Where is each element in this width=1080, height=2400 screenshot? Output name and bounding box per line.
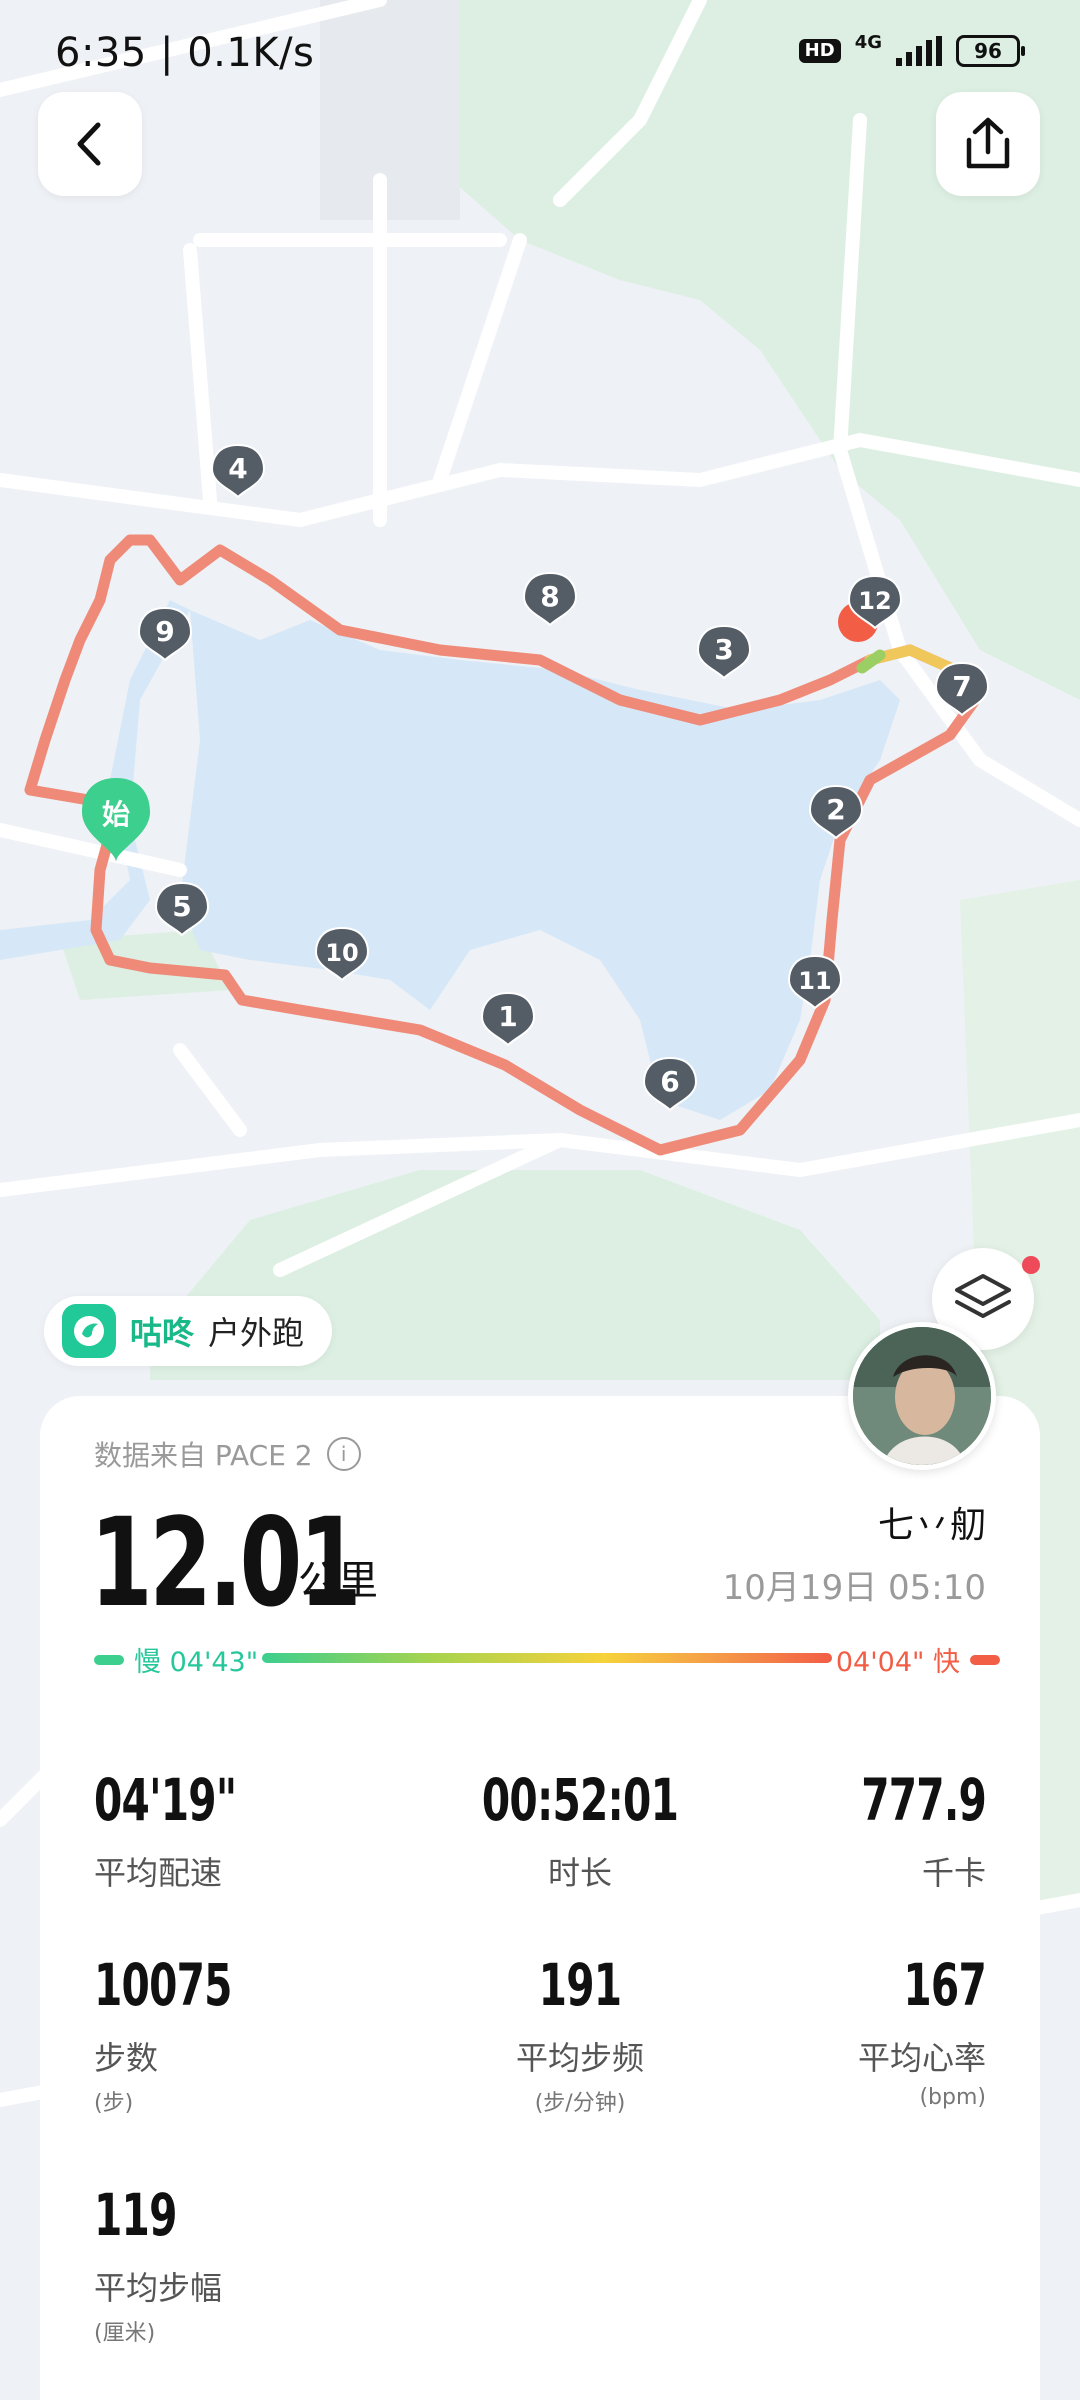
- back-button[interactable]: [38, 92, 142, 196]
- pace-gradient-bar: [262, 1653, 832, 1663]
- stat-label: 时长: [547, 1854, 612, 1892]
- km-marker-label: 6: [660, 1065, 679, 1098]
- stat-label: 千卡: [921, 1854, 986, 1892]
- stat-label: 平均步频: [515, 2039, 644, 2077]
- km-marker-label: 7: [952, 670, 971, 703]
- km-marker-label: 1: [498, 1000, 517, 1033]
- km-marker-label: 5: [172, 890, 191, 923]
- stat-value: 777.9: [861, 1766, 987, 1834]
- slow-pill: [94, 1654, 124, 1665]
- stat-label: 平均步幅: [94, 2269, 223, 2307]
- data-source: 数据来自 PACE 2 i: [94, 1434, 361, 1474]
- pace-legend: 慢 04'43" 04'04" 快: [94, 1636, 1000, 1679]
- status-time: 6:35 | 0.1K/s: [55, 30, 315, 76]
- stat-value: 119: [94, 2181, 177, 2249]
- stat-unit: (步): [94, 2091, 134, 2116]
- pace-slow: 慢 04'43": [94, 1640, 258, 1679]
- stat-steps: 10075 步数 (步): [94, 1951, 271, 2117]
- km-marker-label: 2: [826, 793, 845, 826]
- network-type: 4G: [854, 32, 882, 53]
- layers-icon: [955, 1274, 1011, 1318]
- status-bar: 6:35 | 0.1K/s HD 4G 96: [0, 0, 1080, 110]
- stat-cadence: 191 平均步频 (步/分钟): [370, 1951, 790, 2117]
- pace-fast-label: 04'04" 快: [835, 1647, 960, 1678]
- stat-duration: 00:52:01 时长: [370, 1766, 790, 1894]
- stat-avg-pace: 04'19" 平均配速: [94, 1766, 276, 1894]
- info-icon[interactable]: i: [326, 1437, 361, 1471]
- stat-heart-rate: 167 平均心率 (bpm): [857, 1951, 987, 2110]
- stat-value: 167: [903, 1951, 986, 2019]
- stat-value: 191: [538, 1951, 622, 2019]
- stat-value: 10075: [94, 1951, 232, 2019]
- km-marker-label: 10: [325, 939, 358, 967]
- data-source-label: 数据来自 PACE 2: [94, 1439, 313, 1472]
- signal-icon: [896, 36, 942, 66]
- start-label: 始: [102, 798, 130, 831]
- km-marker-label: 3: [714, 633, 733, 666]
- share-button[interactable]: [936, 92, 1040, 196]
- stat-unit: (厘米): [94, 2321, 156, 2346]
- fast-pill: [970, 1654, 1000, 1665]
- pace-slow-label: 慢 04'43": [134, 1647, 259, 1678]
- stat-unit: (bpm): [919, 2085, 986, 2110]
- stat-value: 00:52:01: [481, 1766, 679, 1834]
- stat-unit: (步/分钟): [534, 2091, 626, 2116]
- distance-unit: 公里: [298, 1558, 378, 1604]
- battery-icon: 96: [956, 35, 1025, 67]
- km-marker-label: 9: [155, 615, 174, 648]
- activity-mode: 户外跑: [208, 1314, 305, 1352]
- km-marker-label: 8: [540, 580, 559, 613]
- stat-stride: 119 平均步幅 (厘米): [94, 2181, 222, 2347]
- share-icon: [966, 117, 1010, 169]
- stat-calories: 777.9 千卡: [826, 1766, 987, 1894]
- notification-dot: [1022, 1256, 1040, 1274]
- km-marker-label: 11: [798, 967, 831, 995]
- status-icons: HD 4G 96: [798, 32, 1025, 67]
- activity-datetime: 10月19日 05:10: [722, 1568, 986, 1608]
- codoon-logo-icon: [62, 1304, 116, 1358]
- stat-value: 04'19": [94, 1766, 237, 1834]
- username: 七丷舠: [877, 1505, 986, 1546]
- km-marker-label: 4: [228, 452, 247, 485]
- stat-label: 平均心率: [857, 2039, 986, 2077]
- pace-fast: 04'04" 快: [836, 1640, 1000, 1679]
- avatar[interactable]: [848, 1322, 996, 1470]
- summary-card: 数据来自 PACE 2 i 12.01 公里 七丷舠 10月19日 05:10 …: [40, 1396, 1040, 2400]
- stat-label: 步数: [94, 2039, 159, 2077]
- back-arrow-icon: [77, 122, 101, 166]
- app-source-badge: 咕咚 户外跑: [44, 1296, 333, 1366]
- app-name: 咕咚: [130, 1314, 195, 1352]
- stat-label: 平均配速: [94, 1854, 223, 1892]
- hd-icon: HD: [798, 39, 841, 63]
- km-marker-label: 12: [858, 587, 891, 615]
